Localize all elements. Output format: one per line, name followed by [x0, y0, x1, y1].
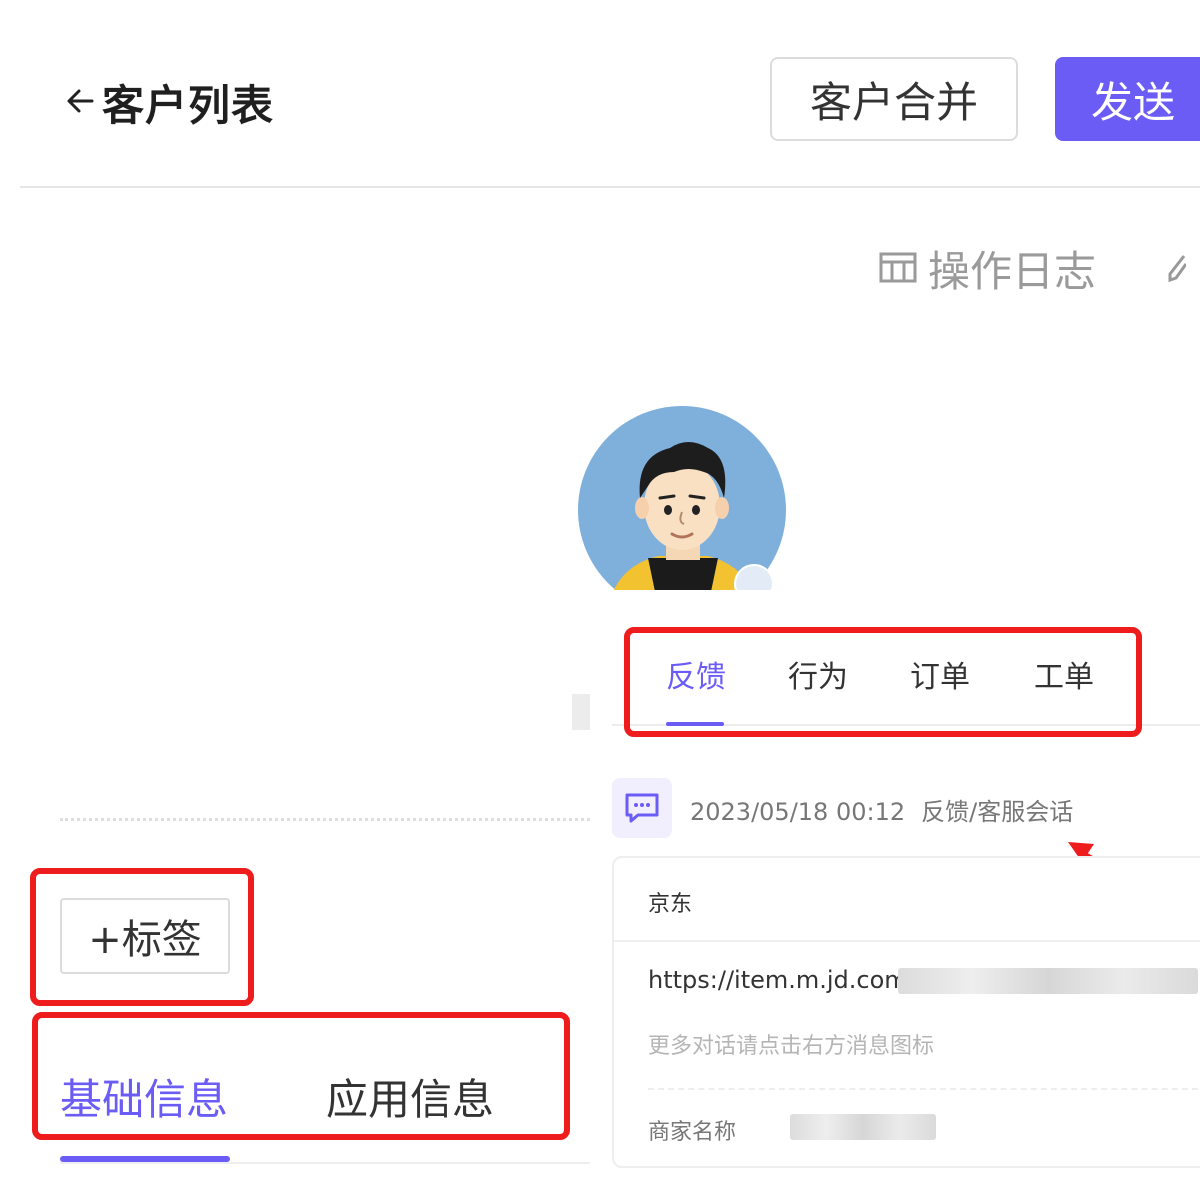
feedback-hint: 更多对话请点击右方消息图标 [648, 1034, 935, 1059]
feedback-card: 京东 https://item.m.jd.com 更多对话请点击右方消息图标 商… [612, 856, 1200, 1168]
left-dotted-divider [60, 818, 590, 821]
redacted-url-blur [898, 968, 1198, 994]
operation-log-link[interactable]: 操作日志 [878, 238, 1096, 299]
left-tabs-baseline [60, 1162, 590, 1164]
card-dotted-divider [648, 1088, 1200, 1090]
avatar[interactable] [578, 406, 788, 590]
card-divider [614, 940, 1200, 942]
annotation-frame-tag [30, 868, 254, 1006]
feedback-meta: 2023/05/18 00:12 反馈/客服会话 [690, 792, 1073, 827]
merchant-name-label: 商家名称 [648, 1120, 737, 1145]
operation-log-label: 操作日志 [928, 247, 1097, 296]
chat-bubble-icon[interactable] [612, 778, 672, 838]
feedback-url[interactable]: https://item.m.jd.com [648, 966, 908, 994]
feedback-type: 反馈/客服会话 [921, 798, 1074, 826]
merge-customer-button[interactable]: 客户合并 [770, 57, 1018, 141]
arrow-left-icon [62, 83, 98, 123]
back-to-customer-list[interactable]: 客户列表 [62, 72, 274, 133]
customer-detail-page: 客户列表 客户合并 发送 操作日志 反馈 行为 订单 工单 2023/05/18… [0, 0, 1200, 1200]
cartoon-man-avatar [578, 406, 786, 590]
redacted-merchant-blur [790, 1114, 936, 1140]
annotation-frame-info-tabs [32, 1012, 570, 1140]
feedback-datetime: 2023/05/18 00:12 [690, 798, 906, 826]
annotation-frame-tabs [624, 627, 1142, 737]
feedback-store: 京东 [648, 892, 693, 917]
edit-icon[interactable] [1166, 252, 1186, 286]
scroll-handle[interactable] [572, 694, 590, 730]
send-button[interactable]: 发送 [1055, 57, 1200, 141]
calendar-icon [878, 249, 918, 289]
page-title: 客户列表 [102, 81, 275, 130]
header-divider [20, 186, 1200, 188]
